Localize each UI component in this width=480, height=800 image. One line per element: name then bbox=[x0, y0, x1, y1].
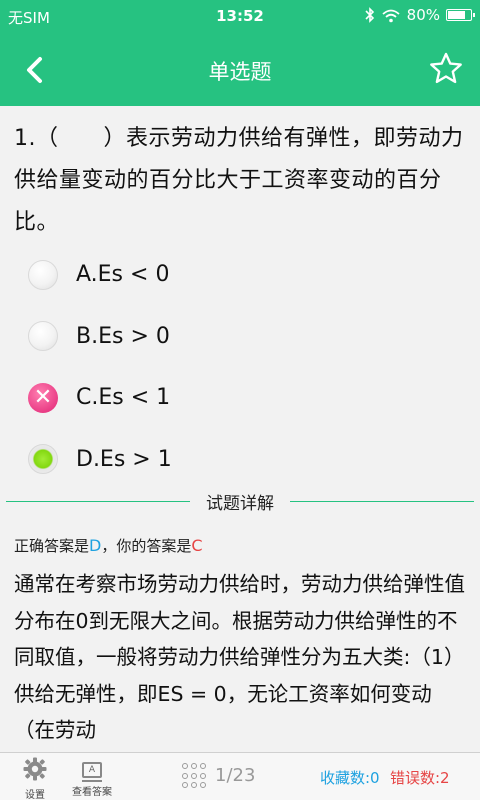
option-label: D.Es > 1 bbox=[76, 446, 172, 472]
answer-sheet-icon: A bbox=[82, 762, 102, 782]
options-list: A.Es < 0 B.Es > 0 ✕ C.Es < 1 D.Es > 1 bbox=[0, 244, 480, 490]
question-grid-icon[interactable] bbox=[182, 763, 208, 789]
correct-answer-value: D bbox=[89, 536, 102, 555]
status-bar: 无SIM 13:52 80% bbox=[0, 0, 480, 33]
explanation-text: 通常在考察市场劳动力供给时，劳动力供给弹性值分布在0到无限大之间。根据劳动力供给… bbox=[14, 572, 465, 742]
option-a[interactable]: A.Es < 0 bbox=[0, 244, 480, 306]
settings-button[interactable]: 设置 bbox=[18, 757, 52, 800]
option-label: C.Es < 1 bbox=[76, 385, 171, 411]
status-icons: 80% bbox=[365, 6, 475, 24]
wrong-answer-icon: ✕ bbox=[28, 382, 58, 413]
your-answer-prefix: ，你的答案是 bbox=[101, 537, 192, 555]
view-answer-label: 查看答案 bbox=[72, 787, 112, 798]
bluetooth-icon bbox=[365, 7, 374, 23]
errors-count[interactable]: 错误数:2 bbox=[390, 767, 450, 788]
option-b[interactable]: B.Es > 0 bbox=[0, 306, 480, 368]
question-text: 1.（ ）表示劳动力供给有弹性，即劳动力供给量变动的百分比大于工资率变动的百分比… bbox=[14, 126, 464, 235]
radio-unselected-icon bbox=[28, 321, 58, 352]
settings-label: 设置 bbox=[25, 790, 45, 800]
explanation-title: 试题详解 bbox=[190, 489, 290, 514]
nav-bar: 单选题 bbox=[0, 33, 480, 106]
star-icon[interactable] bbox=[428, 51, 464, 87]
view-answer-button[interactable]: A 查看答案 bbox=[64, 757, 120, 798]
option-d[interactable]: D.Es > 1 bbox=[0, 429, 480, 491]
gear-icon bbox=[23, 757, 47, 781]
bottom-toolbar: 设置 A 查看答案 1/23 收藏数:0 错误数:2 bbox=[0, 752, 480, 800]
radio-unselected-icon bbox=[28, 259, 58, 290]
correct-answer-prefix: 正确答案是 bbox=[14, 537, 90, 555]
answer-summary: 正确答案是D，你的答案是C bbox=[14, 535, 203, 556]
option-label: A.Es < 0 bbox=[76, 262, 170, 288]
page-indicator: 1/23 bbox=[215, 765, 256, 786]
battery-percent: 80% bbox=[406, 6, 440, 24]
wifi-icon bbox=[382, 9, 400, 22]
battery-icon bbox=[446, 9, 475, 21]
favorites-count[interactable]: 收藏数:0 bbox=[320, 767, 380, 788]
option-c[interactable]: ✕ C.Es < 1 bbox=[0, 367, 480, 429]
option-label: B.Es > 0 bbox=[76, 323, 170, 349]
battery-fill bbox=[448, 11, 465, 19]
correct-answer-icon bbox=[28, 444, 58, 475]
your-answer-value: C bbox=[191, 536, 203, 555]
page-title: 单选题 bbox=[208, 60, 272, 84]
